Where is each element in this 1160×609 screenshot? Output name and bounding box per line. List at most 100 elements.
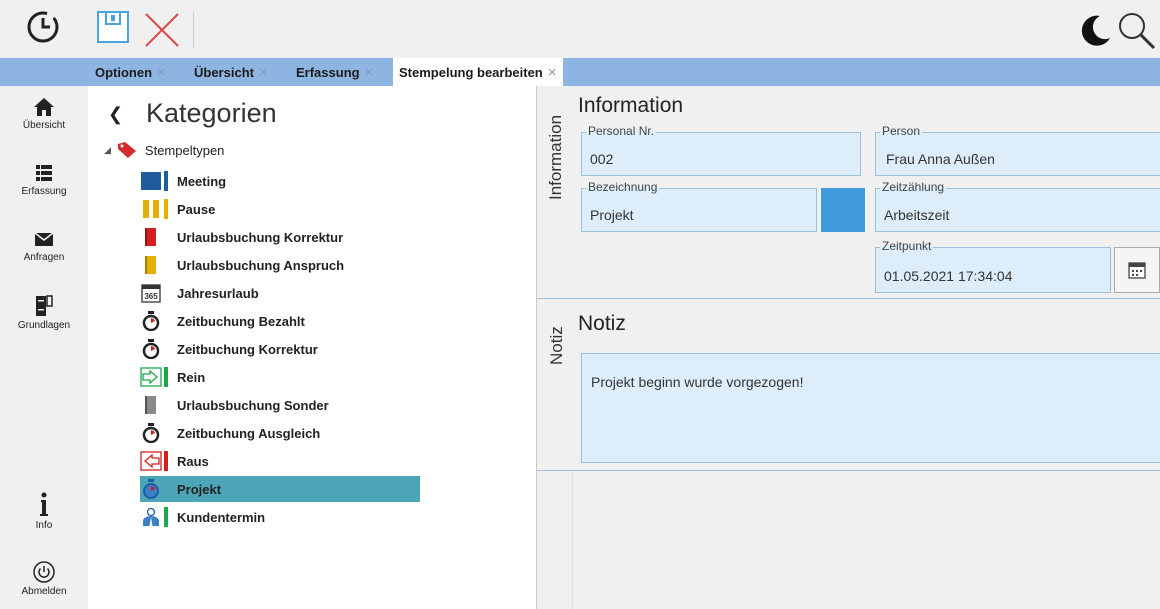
search-icon[interactable] <box>1116 10 1156 55</box>
nav-uebersicht[interactable]: Übersicht <box>0 96 88 131</box>
color-bar <box>164 255 168 275</box>
tab-label: Übersicht <box>194 64 254 80</box>
nav-label: Anfragen <box>23 252 65 263</box>
color-bar <box>164 227 168 247</box>
list-item-label: Jahresurlaub <box>177 285 259 301</box>
list-item[interactable]: Zeitbuchung Ausgleich <box>140 420 420 446</box>
toolbar-divider <box>193 12 194 48</box>
list-item-selected[interactable]: Projekt <box>140 476 420 502</box>
square-blue-icon <box>140 170 162 192</box>
empty-area <box>537 471 1160 609</box>
categories-title: Kategorien <box>146 98 277 128</box>
zeitzaehlung-value: Arbeitszeit <box>884 207 950 223</box>
expand-arrow-icon[interactable]: ◢ <box>104 145 111 156</box>
color-bar <box>164 395 168 415</box>
empty-side-strip <box>537 471 573 609</box>
personal-nr-field[interactable]: Personal Nr. 002 <box>581 124 861 176</box>
list-item[interactable]: Urlaubsbuchung Korrektur <box>140 224 420 250</box>
nav-label: Abmelden <box>21 586 67 597</box>
list-item[interactable]: Pause <box>140 196 420 222</box>
tree-root-stempeltypen[interactable]: ◢ Stempeltypen <box>104 141 224 159</box>
list-item-label: Projekt <box>177 481 222 497</box>
tab-stempelung-bearbeiten[interactable]: Stempelung bearbeiten × <box>393 58 563 86</box>
person-field[interactable]: Person Frau Anna Außen <box>875 124 1160 176</box>
information-section: Information Personal Nr. 002 Person Frau… <box>572 86 1160 298</box>
calendar-icon <box>1128 262 1146 279</box>
tab-optionen[interactable]: Optionen × <box>95 58 166 86</box>
list-item[interactable]: Rein <box>140 364 420 390</box>
color-bar <box>164 339 168 359</box>
information-side-strip: Information <box>537 86 572 298</box>
list-item-label: Zeitbuchung Ausgleich <box>177 425 321 441</box>
left-navigation: Übersicht Erfassung Anfragen Grundlagen … <box>0 86 88 609</box>
tag-icon <box>117 142 136 158</box>
moon-icon[interactable] <box>1078 14 1112 53</box>
notiz-title: Notiz <box>578 312 626 335</box>
bezeichnung-field[interactable]: Bezeichnung Projekt <box>581 180 817 232</box>
nav-abmelden[interactable]: Abmelden <box>0 560 88 597</box>
info-icon <box>40 492 48 516</box>
tab-bar: Optionen × Übersicht × Erfassung × Stempelu… <box>0 58 1160 86</box>
tab-label: Optionen <box>95 64 153 80</box>
list-item[interactable]: Meeting <box>140 168 420 194</box>
list-item-label: Rein <box>177 369 206 385</box>
tree-root-label: Stempeltypen <box>144 142 225 158</box>
back-arrow-icon[interactable]: ❮ <box>108 104 123 125</box>
color-bar <box>164 367 168 387</box>
person-icon <box>140 506 162 528</box>
list-icon <box>36 165 52 181</box>
home-icon <box>34 98 54 116</box>
save-icon[interactable] <box>96 10 130 49</box>
color-bar <box>164 283 168 303</box>
tab-uebersicht[interactable]: Übersicht × <box>194 58 268 86</box>
color-bar <box>164 171 168 191</box>
close-icon[interactable]: × <box>157 64 166 81</box>
list-item[interactable]: Zeitbuchung Bezahlt <box>140 308 420 334</box>
list-item[interactable]: 365 Jahresurlaub <box>140 280 420 306</box>
nav-grundlagen[interactable]: Grundlagen <box>0 294 88 331</box>
information-side-label: Information <box>546 114 565 200</box>
notiz-textarea[interactable]: Projekt beginn wurde vorgezogen! <box>581 353 1160 463</box>
book-red-icon <box>140 226 162 248</box>
color-swatch-button[interactable] <box>821 188 865 232</box>
list-item[interactable]: Kundentermin <box>140 504 420 530</box>
clock-logo-icon[interactable] <box>26 10 60 49</box>
nav-anfragen[interactable]: Anfragen <box>0 228 88 263</box>
close-icon[interactable]: × <box>548 64 557 81</box>
color-bar <box>164 507 168 527</box>
bezeichnung-value: Projekt <box>590 207 634 223</box>
book-yellow-icon <box>140 254 162 276</box>
person-label: Person <box>880 124 923 138</box>
list-item[interactable]: Raus <box>140 448 420 474</box>
list-item[interactable]: Urlaubsbuchung Sonder <box>140 392 420 418</box>
tab-erfassung[interactable]: Erfassung × <box>296 58 373 86</box>
calendar-picker-button[interactable] <box>1114 247 1160 293</box>
nav-label: Übersicht <box>22 120 66 131</box>
list-item-label: Urlaubsbuchung Korrektur <box>177 229 344 245</box>
list-item-label: Raus <box>177 453 209 469</box>
zeitzaehlung-label: Zeitzählung <box>880 180 947 194</box>
calendar-365-icon: 365 <box>140 282 162 304</box>
close-icon[interactable]: × <box>365 64 374 81</box>
zeitzaehlung-field[interactable]: Zeitzählung Arbeitszeit <box>875 180 1160 232</box>
zeitpunkt-field[interactable]: Zeitpunkt 01.05.2021 17:34:04 <box>875 239 1111 293</box>
svg-text:365: 365 <box>144 292 158 301</box>
nav-info[interactable]: Info <box>0 490 88 531</box>
delete-icon[interactable] <box>142 10 182 55</box>
list-item-label: Zeitbuchung Korrektur <box>177 341 318 357</box>
list-item[interactable]: Urlaubsbuchung Anspruch <box>140 252 420 278</box>
close-icon[interactable]: × <box>259 64 268 81</box>
personal-nr-label: Personal Nr. <box>586 124 657 138</box>
nav-erfassung[interactable]: Erfassung <box>0 162 88 197</box>
information-title: Information <box>578 94 684 117</box>
color-bar <box>164 451 168 471</box>
zeitpunkt-value: 01.05.2021 17:34:04 <box>884 268 1013 284</box>
tab-label: Stempelung bearbeiten <box>399 64 543 80</box>
toolbar <box>0 0 1160 58</box>
notiz-side-label: Notiz <box>547 326 566 365</box>
list-item[interactable]: Zeitbuchung Korrektur <box>140 336 420 362</box>
cabinet-icon <box>36 295 53 316</box>
book-gray-icon <box>140 394 162 416</box>
tab-label: Erfassung <box>296 64 360 80</box>
list-item-label: Urlaubsbuchung Sonder <box>177 397 329 413</box>
